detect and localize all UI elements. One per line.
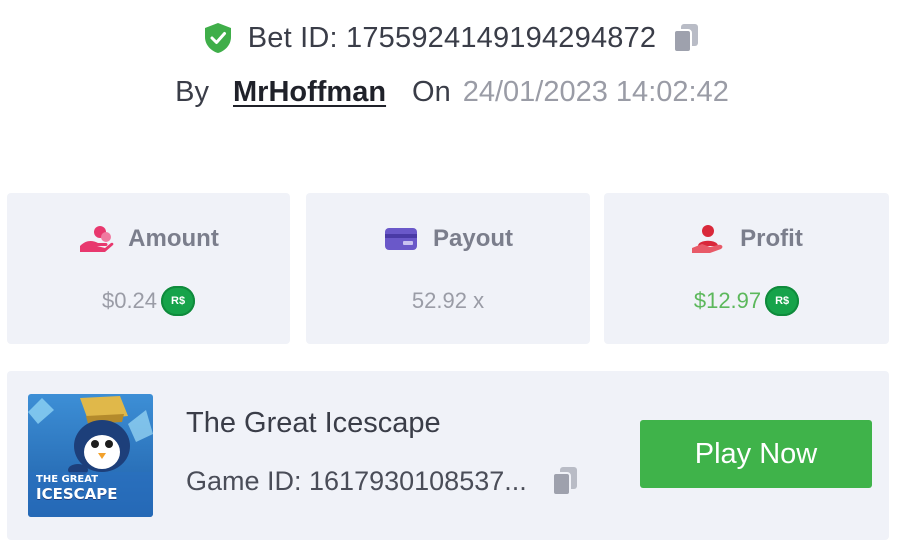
copy-icon[interactable] — [549, 464, 581, 498]
username-link[interactable]: MrHoffman — [233, 76, 386, 109]
payout-card: Payout 52.92 x — [306, 193, 590, 344]
coins-hand-icon — [78, 224, 114, 254]
payout-label: Payout — [432, 225, 513, 252]
amount-card: Amount $0.24 R$ — [7, 193, 290, 344]
game-title: The Great Icescape — [186, 407, 441, 439]
bet-datetime: 24/01/2023 14:02:42 — [462, 75, 729, 108]
currency-badge: R$ — [765, 286, 800, 316]
game-thumbnail[interactable]: THE GREAT ICESCAPE — [28, 394, 153, 517]
thumb-text-line1: THE GREAT — [36, 474, 99, 485]
user-money-icon — [690, 224, 726, 254]
game-id-text: Game ID: 1617930108537... — [186, 465, 527, 496]
payout-value: 52.92 x — [411, 288, 485, 313]
by-label: By — [175, 75, 209, 108]
thumb-text-line2: ICESCAPE — [36, 485, 118, 503]
bet-id-text: Bet ID: 17559241491942948​72 — [247, 21, 657, 54]
on-label: On — [412, 75, 451, 108]
bet-id-row: Bet ID: 17559241491942948​72 — [0, 16, 904, 60]
bet-meta-row: By MrHoffman On 24/01/2023 14:02:42 — [0, 70, 904, 114]
amount-label: Amount — [128, 225, 219, 252]
game-id-row: Game ID: 1617930108537... — [186, 463, 581, 499]
play-now-button[interactable]: Play Now — [640, 420, 872, 488]
profit-value: $12.97 — [693, 288, 762, 313]
game-card: THE GREAT ICESCAPE The Great Icescape Ga… — [7, 371, 889, 540]
profit-label: Profit — [740, 225, 803, 252]
wallet-card-icon — [383, 224, 419, 254]
shield-check-icon — [202, 21, 234, 55]
copy-icon[interactable] — [670, 21, 702, 55]
currency-badge: R$ — [161, 286, 196, 316]
profit-card: Profit $12.97 R$ — [604, 193, 889, 344]
amount-value: $0.24 — [101, 288, 158, 313]
